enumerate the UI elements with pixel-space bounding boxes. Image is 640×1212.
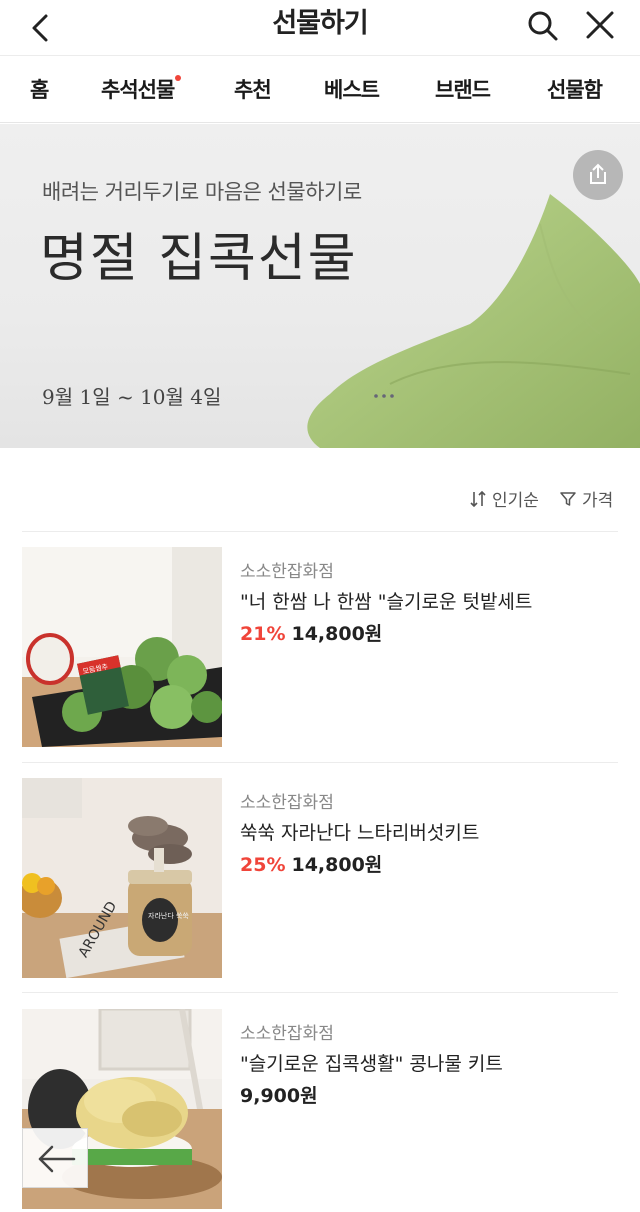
close-button[interactable] [580, 6, 620, 46]
banner-headline: 명절 집콕선물 [40, 229, 358, 289]
left-arrow-icon [38, 1145, 76, 1173]
share-icon [590, 163, 606, 184]
tab-recommend[interactable]: 추천 [234, 75, 272, 105]
product-card[interactable]: 소소한잡화점 "슬기로운 집콕생활" 콩나물 키트 9,900원 [22, 1009, 618, 1209]
divider [22, 762, 618, 763]
category-tabs: 홈 추석선물 추천 베스트 브랜드 선물함 [0, 57, 640, 123]
product-thumbnail[interactable]: AROUND 자라난다 쑥쑥 [22, 778, 222, 978]
tab-chuseok-gift[interactable]: 추석선물 [101, 75, 182, 105]
search-button[interactable] [522, 6, 562, 46]
search-icon [528, 11, 558, 41]
lettuce-garden-image: 모듬쌈추 [22, 547, 222, 747]
banner-subtitle: 배려는 거리두기로 마음은 선물하기로 [42, 180, 362, 204]
new-badge-dot [175, 75, 182, 81]
discount-rate: 21% [240, 623, 286, 645]
mushroom-kit-image: AROUND 자라난다 쑥쑥 [22, 778, 222, 978]
divider [22, 531, 618, 532]
sort-bar: 인기순 가격 [0, 448, 640, 530]
product-card[interactable]: 모듬쌈추 소소한잡화점 "너 한쌈 나 한쌈 "슬기로운 텃밭세트 21% 14,… [22, 547, 618, 747]
promo-banner[interactable]: 배려는 거리두기로 마음은 선물하기로 명절 집콕선물 9월 1일 ~ 10월 … [0, 124, 640, 448]
shop-name: 소소한잡화점 [240, 1024, 334, 1044]
product-price: 14,800원 [291, 623, 383, 645]
top-app-bar: 선물하기 [0, 0, 640, 56]
sort-popular-button[interactable]: 인기순 [468, 486, 539, 511]
sort-icon [470, 490, 486, 507]
product-name: "너 한쌈 나 한쌈 "슬기로운 텃밭세트 [240, 591, 533, 613]
product-card[interactable]: AROUND 자라난다 쑥쑥 소소한잡화점 쑥쑥 자라난다 느타리버섯키트 25… [22, 778, 618, 978]
banner-dates: 9월 1일 ~ 10월 4일 [42, 385, 222, 409]
product-name: 쑥쑥 자라난다 느타리버섯키트 [240, 822, 480, 844]
product-price: 14,800원 [291, 854, 383, 876]
tab-gift-box[interactable]: 선물함 [547, 75, 603, 105]
price-row: 21% 14,800원 [240, 619, 382, 646]
share-button[interactable] [573, 150, 623, 200]
price-row: 25% 14,800원 [240, 850, 382, 877]
floating-back-button[interactable] [22, 1128, 88, 1188]
filter-icon [560, 491, 576, 506]
shop-name: 소소한잡화점 [240, 793, 334, 813]
tab-home[interactable]: 홈 [30, 75, 49, 105]
product-thumbnail[interactable]: 모듬쌈추 [22, 547, 222, 747]
carousel-dots [374, 394, 394, 398]
price-row: 9,900원 [240, 1081, 318, 1108]
divider [22, 992, 618, 993]
tab-best[interactable]: 베스트 [324, 75, 380, 105]
shop-name: 소소한잡화점 [240, 562, 334, 582]
price-filter-button[interactable]: 가격 [558, 486, 613, 511]
discount-rate: 25% [240, 854, 286, 876]
close-icon [586, 11, 614, 39]
product-price: 9,900원 [240, 1085, 318, 1107]
product-name: "슬기로운 집콕생활" 콩나물 키트 [240, 1053, 503, 1075]
tab-brand[interactable]: 브랜드 [435, 75, 491, 105]
svg-text:자라난다 쑥쑥: 자라난다 쑥쑥 [148, 911, 189, 920]
